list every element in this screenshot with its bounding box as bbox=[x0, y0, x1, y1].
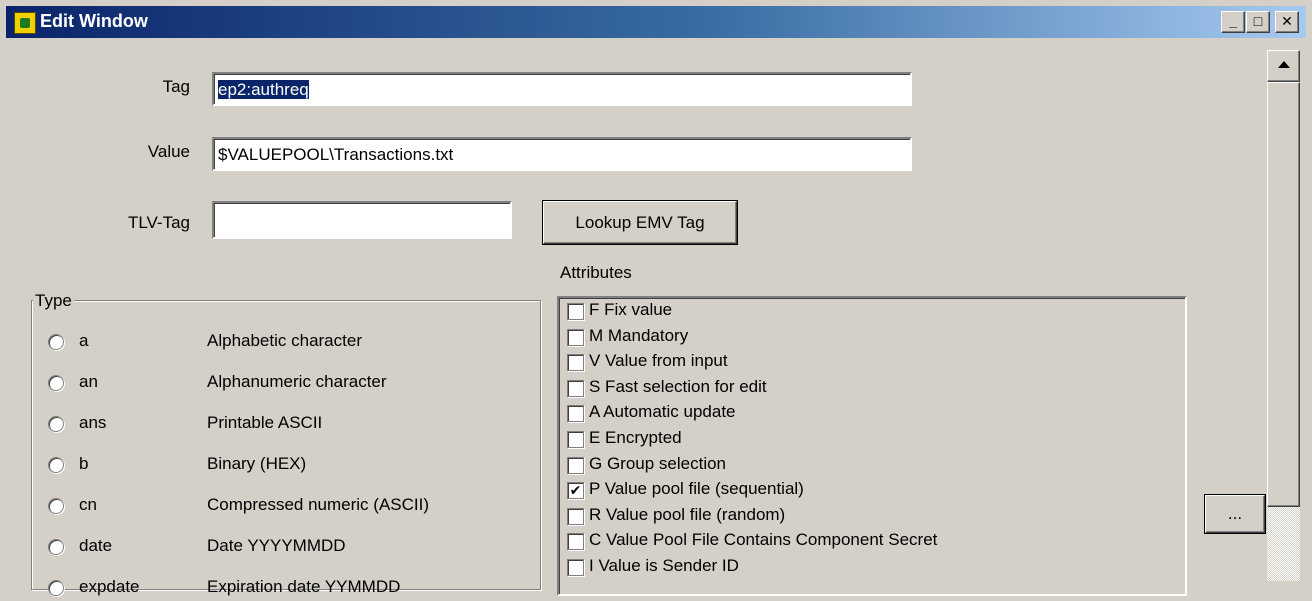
tag-input[interactable]: ep2:authreq bbox=[212, 72, 912, 106]
tag-input-value: ep2:authreq bbox=[218, 80, 309, 99]
attribute-label: G Group selection bbox=[589, 453, 727, 473]
lookup-emv-tag-button[interactable]: Lookup EMV Tag bbox=[543, 201, 737, 244]
type-option-ans[interactable]: ans Printable ASCII bbox=[48, 413, 528, 437]
type-code: cn bbox=[79, 495, 97, 514]
radio-button[interactable] bbox=[48, 375, 64, 391]
checkbox[interactable] bbox=[567, 507, 584, 525]
type-option-date[interactable]: date Date YYYYMMDD bbox=[48, 536, 528, 560]
attribute-label: E Encrypted bbox=[589, 428, 682, 447]
attribute-label: S Fast selection for edit bbox=[589, 376, 767, 396]
attribute-item[interactable]: A Automatic update bbox=[567, 401, 1167, 427]
type-option-an[interactable]: an Alphanumeric character bbox=[48, 372, 528, 396]
type-description: Alphanumeric character bbox=[207, 372, 387, 391]
type-code: b bbox=[79, 454, 89, 473]
checkbox[interactable] bbox=[567, 303, 584, 320]
checkbox[interactable] bbox=[567, 559, 584, 576]
radio-button[interactable] bbox=[48, 498, 64, 514]
checkbox[interactable] bbox=[567, 405, 584, 423]
type-description: Expiration date YYMMDD bbox=[207, 577, 401, 596]
attributes-list[interactable]: F Fix value M Mandatory V Value from input… bbox=[557, 296, 1187, 596]
attribute-item[interactable]: F Fix value bbox=[567, 299, 1167, 325]
tlv-tag-input[interactable] bbox=[212, 201, 512, 239]
attributes-label: Attributes bbox=[560, 263, 632, 282]
type-group-title: Type bbox=[33, 291, 74, 311]
type-code: expdate bbox=[79, 577, 140, 596]
attribute-item[interactable]: S Fast selection for edit bbox=[567, 376, 1167, 402]
checkbox[interactable] bbox=[567, 354, 584, 372]
minimize-button[interactable]: _ bbox=[1221, 11, 1245, 33]
browse-button[interactable]: ... bbox=[1205, 495, 1265, 533]
radio-button[interactable] bbox=[48, 416, 64, 432]
attribute-label: P Value pool file (sequential) bbox=[589, 479, 804, 499]
tlv-tag-label: TLV-Tag bbox=[127, 213, 190, 232]
scroll-thumb[interactable] bbox=[1267, 82, 1300, 507]
radio-button[interactable] bbox=[48, 580, 64, 596]
radio-button[interactable] bbox=[48, 539, 64, 555]
checkbox-checked[interactable]: ✔ bbox=[567, 482, 584, 500]
checkbox[interactable] bbox=[567, 456, 584, 474]
type-code: a bbox=[79, 331, 89, 350]
type-description: Date YYYYMMDD bbox=[207, 536, 346, 555]
scroll-up-arrow-icon[interactable] bbox=[1267, 50, 1300, 82]
checkbox[interactable] bbox=[567, 431, 584, 448]
tag-label: Tag bbox=[162, 77, 190, 96]
attribute-item[interactable]: V Value from input bbox=[567, 350, 1167, 376]
attribute-label: A Automatic update bbox=[589, 402, 736, 422]
attribute-label: V Value from input bbox=[589, 351, 728, 371]
attribute-item[interactable]: ✔ P Value pool file (sequential) bbox=[567, 478, 1167, 504]
attribute-label: R Value pool file (random) bbox=[589, 504, 786, 524]
type-code: date bbox=[79, 536, 113, 555]
app-icon bbox=[14, 12, 36, 34]
type-description: Alphabetic character bbox=[207, 331, 362, 350]
type-description: Binary (HEX) bbox=[207, 454, 307, 473]
window-title: Edit Window bbox=[40, 11, 148, 31]
attribute-label: C Value Pool File Contains Component Sec… bbox=[589, 530, 938, 550]
checkbox[interactable] bbox=[567, 533, 584, 551]
attribute-label: F Fix value bbox=[589, 300, 673, 319]
attribute-item[interactable]: M Mandatory bbox=[567, 325, 1167, 351]
checkbox[interactable] bbox=[567, 379, 584, 397]
radio-button[interactable] bbox=[48, 457, 64, 473]
maximize-button[interactable]: □ bbox=[1246, 11, 1270, 33]
attribute-item[interactable]: E Encrypted bbox=[567, 427, 1167, 453]
value-input[interactable]: $VALUEPOOL\Transactions.txt bbox=[212, 137, 912, 171]
attribute-item[interactable]: G Group selection bbox=[567, 453, 1167, 479]
type-code: an bbox=[79, 372, 98, 391]
title-bar[interactable]: Edit Window _ □ ✕ bbox=[6, 6, 1306, 38]
type-description: Compressed numeric (ASCII) bbox=[207, 495, 430, 514]
vertical-scrollbar[interactable] bbox=[1267, 50, 1300, 581]
type-option-b[interactable]: b Binary (HEX) bbox=[48, 454, 528, 478]
attribute-item[interactable]: R Value pool file (random) bbox=[567, 504, 1167, 530]
attribute-label: M Mandatory bbox=[589, 325, 689, 345]
close-button[interactable]: ✕ bbox=[1275, 11, 1299, 33]
type-option-cn[interactable]: cn Compressed numeric (ASCII) bbox=[48, 495, 528, 519]
attribute-item[interactable]: C Value Pool File Contains Component Sec… bbox=[567, 529, 1167, 555]
type-description: Printable ASCII bbox=[207, 413, 323, 432]
value-label: Value bbox=[147, 142, 190, 161]
attribute-item[interactable]: I Value is Sender ID bbox=[567, 555, 1167, 581]
checkbox[interactable] bbox=[567, 328, 584, 346]
attribute-label: I Value is Sender ID bbox=[589, 556, 739, 575]
type-option-a[interactable]: a Alphabetic character bbox=[48, 331, 528, 355]
type-code: ans bbox=[79, 413, 107, 432]
radio-button[interactable] bbox=[48, 334, 64, 350]
